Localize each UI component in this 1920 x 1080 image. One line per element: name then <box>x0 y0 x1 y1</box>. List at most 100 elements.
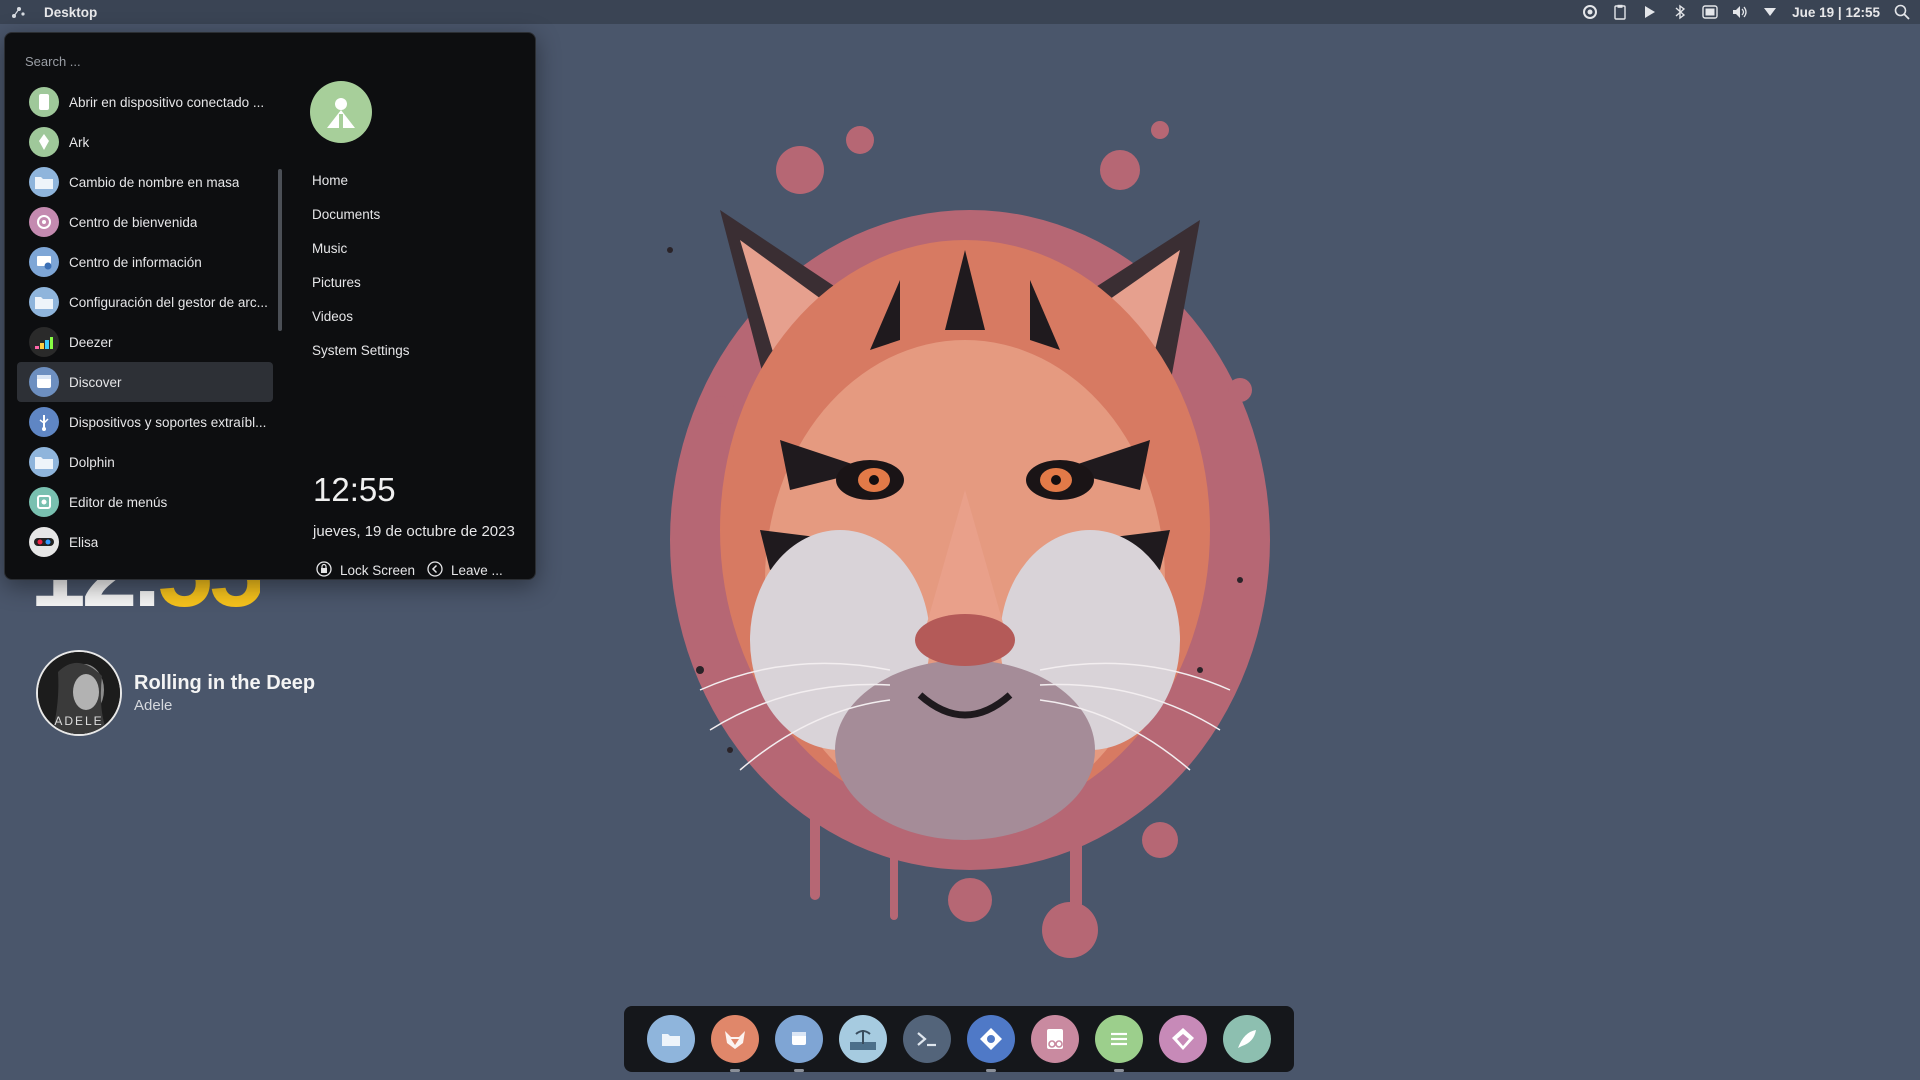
app-item[interactable]: Discover <box>17 362 273 402</box>
app-item-label: Dolphin <box>69 454 115 470</box>
running-indicator <box>1114 1069 1124 1072</box>
app-item-label: Deezer <box>69 334 113 350</box>
app-item[interactable]: Centro de información <box>17 242 273 282</box>
place-item[interactable]: System Settings <box>312 334 410 368</box>
app-item[interactable]: Editor de menús <box>17 482 273 522</box>
running-indicator <box>794 1069 804 1072</box>
menu-clock: 12:55 <box>313 471 396 508</box>
system-tray: Jue 19 | 12:55 <box>1582 4 1910 20</box>
ark-archive-icon <box>29 127 59 157</box>
app-list-scrollbar[interactable] <box>278 169 282 331</box>
usb-device-icon <box>29 407 59 437</box>
app-item-label: Elisa <box>69 534 99 550</box>
app-item-label: Configuración del gestor de arc... <box>69 294 268 310</box>
application-launcher: Abrir en dispositivo conectado ... Ark Cam… <box>4 32 536 580</box>
app-item-label: Centro de información <box>69 254 202 270</box>
leave-icon <box>427 561 443 580</box>
folder-icon <box>29 287 59 317</box>
menu-editor-icon <box>29 487 59 517</box>
folder-icon <box>647 1015 695 1063</box>
settings-gear-icon[interactable] <box>1582 4 1598 20</box>
dock-discover[interactable] <box>774 1014 824 1072</box>
battery-icon[interactable] <box>1702 4 1718 20</box>
kde-connect-icon <box>29 87 59 117</box>
lock-screen-label: Lock Screen <box>340 563 416 578</box>
elisa-music-icon <box>29 527 59 557</box>
app-list: Abrir en dispositivo conectado ... Ark Cam… <box>17 82 273 562</box>
running-indicator <box>730 1069 740 1072</box>
folder-icon <box>29 167 59 197</box>
app-item-label: Dispositivos y soportes extraíbl... <box>69 414 267 430</box>
dock-notes[interactable] <box>1094 1014 1144 1072</box>
lock-screen-button[interactable]: Lock Screen <box>316 561 415 580</box>
track-artist: Adele <box>134 697 173 714</box>
place-item[interactable]: Music <box>312 232 410 266</box>
feather-icon <box>1223 1015 1271 1063</box>
discover-store-icon <box>29 367 59 397</box>
terminal-icon <box>903 1015 951 1063</box>
dock-firefox[interactable] <box>710 1014 760 1072</box>
dock-reader[interactable] <box>1030 1014 1080 1064</box>
app-item-label: Cambio de nombre en masa <box>69 174 240 190</box>
leave-button[interactable]: Leave ... <box>427 561 503 580</box>
dock-feather[interactable] <box>1222 1014 1272 1064</box>
play-icon[interactable] <box>1642 4 1658 20</box>
dock-panel <box>624 1006 1294 1072</box>
dolphin-folder-icon <box>29 447 59 477</box>
bluetooth-icon[interactable] <box>1672 4 1688 20</box>
now-playing-widget[interactable]: ADELE Rolling in the Deep Adele <box>36 650 315 736</box>
app-item[interactable]: Cambio de nombre en masa <box>17 162 273 202</box>
deezer-icon <box>29 327 59 357</box>
diamond-app-icon <box>967 1015 1015 1063</box>
notes-list-icon <box>1095 1015 1143 1063</box>
clipboard-icon[interactable] <box>1612 4 1628 20</box>
ebook-reader-icon <box>1031 1015 1079 1063</box>
places-list: Home Documents Music Pictures Videos System S… <box>312 164 410 368</box>
app-item[interactable]: Dispositivos y soportes extraíbl... <box>17 402 273 442</box>
network-dropdown-icon[interactable] <box>1762 4 1778 20</box>
app-item[interactable]: Dolphin <box>17 442 273 482</box>
app-item-label: Centro de bienvenida <box>69 214 198 230</box>
lock-icon <box>316 561 332 580</box>
search-input[interactable] <box>21 49 279 73</box>
running-indicator <box>986 1069 996 1072</box>
panel-clock[interactable]: Jue 19 | 12:55 <box>1792 5 1880 20</box>
track-title: Rolling in the Deep <box>134 672 316 694</box>
wallpaper-tiger <box>640 110 1290 970</box>
image-viewer-icon <box>839 1015 887 1063</box>
place-item[interactable]: Pictures <box>312 266 410 300</box>
place-item[interactable]: Home <box>312 164 410 198</box>
app-item[interactable]: Elisa <box>17 522 273 562</box>
app-item[interactable]: Centro de bienvenida <box>17 202 273 242</box>
album-label: ADELE <box>54 714 104 728</box>
active-window-title: Desktop <box>44 4 98 20</box>
app-launcher-icon[interactable] <box>10 4 26 20</box>
volume-icon[interactable] <box>1732 4 1748 20</box>
app-item[interactable]: Configuración del gestor de arc... <box>17 282 273 322</box>
user-avatar[interactable] <box>310 81 372 143</box>
app-item-label: Editor de menús <box>69 494 168 510</box>
place-item[interactable]: Documents <box>312 198 410 232</box>
dock-dolphin[interactable] <box>646 1014 696 1064</box>
kde-welcome-icon <box>29 207 59 237</box>
diamond-gem-icon <box>1159 1015 1207 1063</box>
discover-store-icon <box>775 1015 823 1063</box>
firefox-fox-icon <box>711 1015 759 1063</box>
dock-wallpaper[interactable] <box>838 1014 888 1064</box>
leave-label: Leave ... <box>451 563 503 578</box>
dock-kate[interactable] <box>966 1014 1016 1072</box>
app-item[interactable]: Ark <box>17 122 273 162</box>
menu-date: jueves, 19 de octubre de 2023 <box>313 523 515 540</box>
app-item-label: Discover <box>69 374 122 390</box>
info-center-icon <box>29 247 59 277</box>
app-item-label: Abrir en dispositivo conectado ... <box>69 94 265 110</box>
app-item[interactable]: Abrir en dispositivo conectado ... <box>17 82 273 122</box>
album-art: ADELE <box>36 650 122 736</box>
top-panel: Desktop Jue 19 | 12:55 <box>0 0 1920 24</box>
app-item[interactable]: Deezer <box>17 322 273 362</box>
app-item-label: Ark <box>69 134 90 150</box>
dock-krita[interactable] <box>1158 1014 1208 1064</box>
place-item[interactable]: Videos <box>312 300 410 334</box>
search-icon[interactable] <box>1894 4 1910 20</box>
dock-konsole[interactable] <box>902 1014 952 1064</box>
